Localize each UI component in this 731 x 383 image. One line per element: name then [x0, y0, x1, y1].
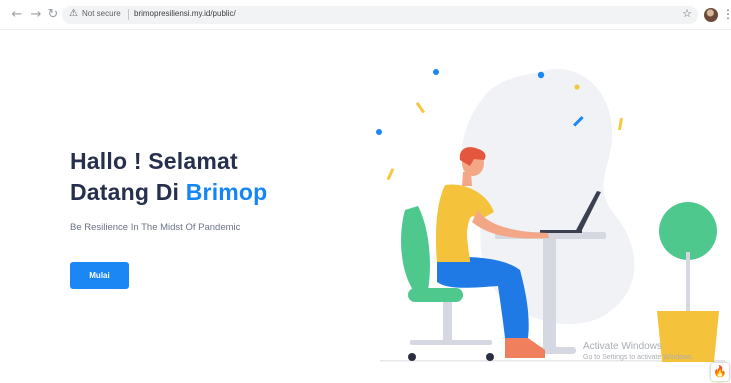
confetti-strip — [386, 168, 395, 181]
reload-icon[interactable]: ↻ — [46, 8, 60, 22]
plant-foliage — [659, 202, 717, 260]
profile-avatar[interactable] — [704, 8, 718, 22]
url-text[interactable]: brimopresiliensi.my.id/public/ — [134, 9, 236, 18]
hero-title-line2: Datang Di Brimop — [70, 177, 267, 208]
confetti-dot — [537, 71, 545, 79]
windows-activation-watermark: Activate Windows Go to Settings to activ… — [583, 341, 694, 363]
brand-name: Brimop — [185, 179, 268, 205]
more-vertical-icon[interactable]: ⋮ — [722, 7, 731, 21]
confetti-dot — [574, 84, 580, 90]
hero-title-prefix: Datang Di — [70, 179, 186, 205]
confetti-dot — [376, 129, 382, 135]
chair-post — [443, 302, 452, 342]
laptop-base — [540, 230, 582, 233]
browser-toolbar: ← → ↻ ⚠ Not secure brimopresiliensi.my.i… — [0, 0, 731, 30]
address-bar[interactable]: ⚠ Not secure brimopresiliensi.my.id/publ… — [62, 6, 698, 24]
hero-illustration — [376, 69, 725, 362]
bookmark-star-icon[interactable]: ☆ — [682, 7, 692, 20]
plant-stem — [686, 252, 690, 312]
hero-title: Hallo ! Selamat Datang Di Brimop — [70, 146, 267, 208]
chair-base — [410, 340, 492, 345]
chair-seat — [408, 288, 463, 302]
warning-icon: ⚠ — [69, 8, 78, 19]
forward-arrow-icon[interactable]: → — [29, 8, 43, 22]
hero-subtitle: Be Resilience In The Midst Of Pandemic — [70, 222, 241, 233]
desk-leg — [543, 239, 556, 347]
confetti-dot — [433, 69, 439, 75]
person-shoe — [505, 338, 545, 358]
omnibox-divider — [128, 9, 129, 20]
confetti-strip — [415, 101, 426, 114]
watermark-line2: Go to Settings to activate Windows. — [583, 354, 694, 361]
chair-wheel — [486, 353, 494, 361]
confetti-strip — [617, 117, 624, 131]
back-arrow-icon[interactable]: ← — [10, 8, 24, 22]
chair-wheel — [408, 353, 416, 361]
mulai-button[interactable]: Mulai — [70, 262, 129, 289]
watermark-line1: Activate Windows — [583, 341, 662, 352]
security-label: Not secure — [82, 9, 121, 18]
chair-back — [401, 206, 430, 290]
hero-title-line1: Hallo ! Selamat — [70, 148, 238, 174]
flame-icon[interactable]: 🔥 — [711, 363, 729, 381]
